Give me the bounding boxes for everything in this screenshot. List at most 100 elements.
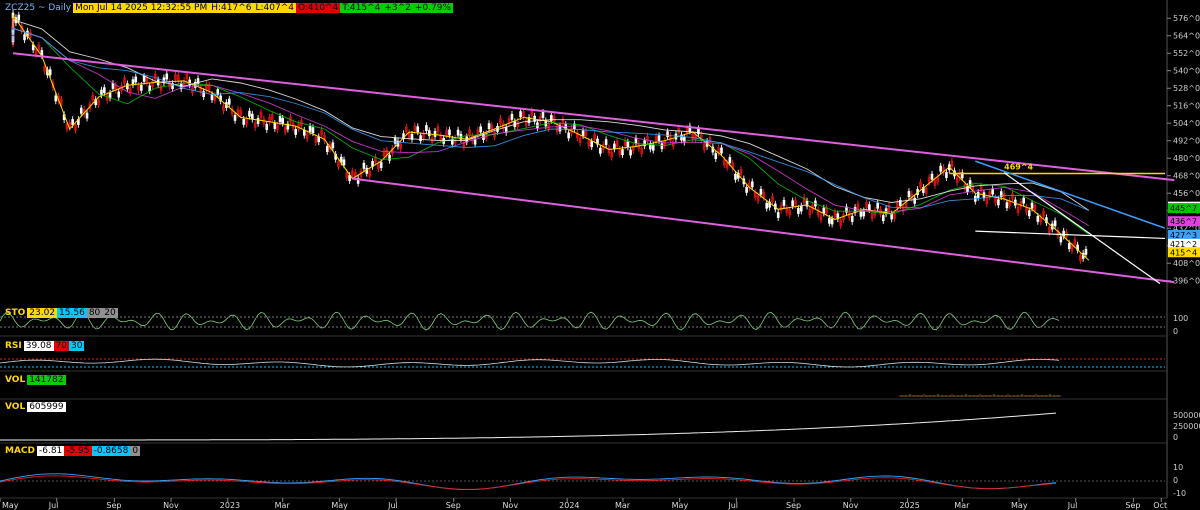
price-candle: [137, 84, 140, 91]
macd-label: MACD: [5, 446, 35, 456]
price-candle: [868, 204, 871, 211]
macd-value-3: -0.8658: [91, 446, 131, 456]
price-candle: [74, 124, 77, 131]
price-candle: [654, 135, 658, 142]
change-label: +3^2: [382, 3, 413, 13]
macd-value-2: -5.95: [64, 446, 92, 456]
price-candle: [294, 129, 297, 135]
y-tick-label: 504^0: [1173, 119, 1200, 128]
price-candle: [425, 125, 428, 131]
price-candle: [859, 210, 863, 217]
price-candle: [799, 205, 803, 212]
price-candle: [756, 195, 760, 202]
price-candle: [919, 181, 922, 188]
price-candle: [436, 126, 440, 133]
price-candle: [253, 122, 257, 129]
price-candle: [759, 188, 763, 195]
macd-scale-label: -10: [1173, 489, 1186, 498]
price-candle: [985, 198, 989, 205]
price-candle: [881, 215, 885, 222]
price-candle: [1030, 202, 1034, 209]
sto-value-4: 20: [102, 308, 118, 318]
price-candle: [541, 111, 545, 118]
price-candle: [524, 120, 528, 126]
y-tick-label: 480^0: [1173, 154, 1200, 163]
price-candle: [325, 146, 329, 152]
y-tick-label: 564^0: [1173, 32, 1200, 41]
price-candle: [629, 149, 632, 156]
price-candle: [782, 199, 786, 206]
price-candle: [771, 196, 774, 203]
price-candle: [103, 87, 106, 94]
price-candle: [377, 163, 380, 170]
price-candle: [210, 94, 214, 101]
x-tick-label: Nov: [502, 501, 518, 510]
low-label: L:407^4: [253, 3, 296, 13]
price-candle: [830, 218, 834, 225]
price-candle: [1019, 201, 1023, 208]
moving-average-line: [12, 27, 1090, 227]
price-candle: [1079, 255, 1082, 261]
vol1-value: 141782: [27, 375, 66, 385]
price-candle: [955, 177, 959, 184]
price-candle: [615, 140, 619, 147]
rsi-label: RSI: [5, 341, 22, 351]
price-candle: [399, 143, 403, 150]
x-tick-label: Oct: [1153, 501, 1167, 510]
x-tick-label: May: [331, 501, 348, 510]
open-interest-line: [0, 412, 1057, 441]
price-candle: [270, 114, 274, 120]
x-tick-label: Nov: [163, 501, 179, 510]
price-candle: [856, 203, 860, 210]
price-candle: [91, 94, 95, 101]
price-candle: [1070, 245, 1074, 251]
price-candle: [245, 118, 248, 125]
price-candle: [994, 197, 997, 204]
price-candle: [865, 202, 868, 208]
price-candle: [388, 154, 391, 161]
chart-header: ZCZ25 ~ Daily Mon Jul 14 2025 12:32:55 PM…: [3, 3, 454, 13]
price-candle: [85, 112, 89, 119]
price-candle: [123, 77, 126, 84]
price-candle: [273, 123, 277, 129]
open-label: O:410^4: [295, 3, 341, 13]
price-candle: [165, 73, 169, 80]
price-candle: [126, 83, 129, 90]
price-candle: [351, 170, 354, 177]
price-candle: [702, 144, 706, 150]
price-candle: [590, 141, 594, 148]
price-candle: [153, 73, 157, 80]
price-candle: [1084, 248, 1088, 255]
price-candle: [950, 160, 954, 167]
price-candle: [151, 81, 154, 87]
price-candle: [587, 140, 591, 147]
x-tick-label: 2024: [559, 501, 579, 510]
sto-header: STO 23.02 15.56 80 20: [3, 308, 118, 318]
sto-value-3: 80: [86, 308, 103, 318]
price-candle: [105, 94, 109, 101]
sto-scale-label: 0: [1173, 327, 1178, 336]
price-candle: [728, 157, 732, 163]
price-candle: [1005, 202, 1009, 209]
upper-channel-line: [12, 52, 1175, 182]
macd-value-1: -6.81: [37, 446, 65, 456]
price-candle: [487, 123, 491, 130]
price-candle: [939, 165, 942, 172]
price-candle: [393, 137, 397, 144]
price-candle: [739, 169, 743, 175]
price-candle: [1016, 207, 1020, 213]
price-candle: [651, 144, 655, 151]
rsi-value-2: 70: [53, 341, 69, 351]
y-tick-label: 516^0: [1173, 102, 1200, 111]
price-candle: [599, 147, 602, 154]
price-candle: [876, 202, 880, 209]
price-candle: [456, 129, 460, 136]
price-candle: [924, 187, 928, 194]
price-candle: [37, 44, 41, 51]
price-candle: [870, 213, 874, 219]
y-tick-label: 540^0: [1173, 67, 1200, 76]
macd-scale-label: 10: [1173, 463, 1183, 472]
price-candle: [779, 204, 783, 211]
price-chart[interactable]: 576^0 564^0 552^0 540^0 528^0 516^0 504^0 492^0…: [0, 0, 1200, 510]
x-tick-label: Jul: [1067, 501, 1078, 510]
